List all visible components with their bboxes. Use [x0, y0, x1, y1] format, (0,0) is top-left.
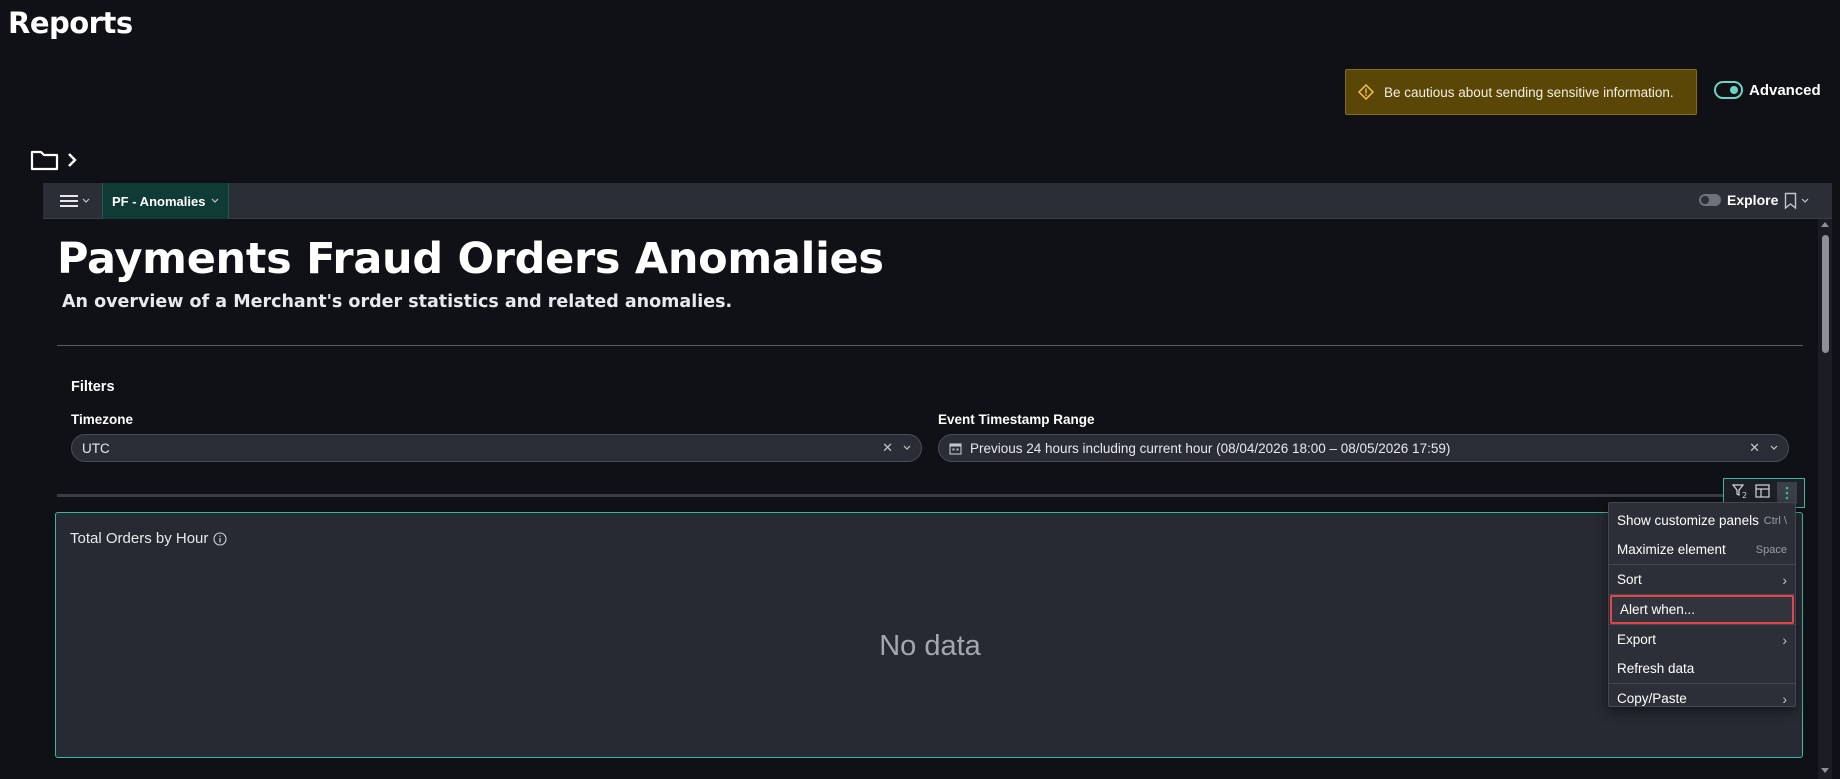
filter-icon[interactable]: 2	[1731, 483, 1748, 504]
range-label: Event Timestamp Range	[938, 412, 1095, 427]
menu-item-export[interactable]: Export ›	[1609, 625, 1795, 654]
timezone-label: Timezone	[71, 412, 134, 427]
warning-banner: Be cautious about sending sensitive info…	[1345, 69, 1697, 115]
menu-item-label: Refresh data	[1617, 661, 1695, 676]
chevron-right-icon: ›	[1782, 631, 1787, 648]
menu-item-label: Alert when...	[1620, 602, 1696, 617]
warning-text: Be cautious about sending sensitive info…	[1384, 84, 1674, 100]
panel-title: Total Orders by Hour	[70, 530, 227, 547]
menu-item-show-customize-panels[interactable]: Show customize panels Ctrl \	[1609, 506, 1795, 535]
page-title: Reports	[8, 6, 133, 40]
bookmark-button[interactable]	[1784, 192, 1809, 210]
dashboard-tab-label: PF - Anomalies	[112, 193, 206, 209]
more-vertical-icon[interactable]	[1776, 482, 1797, 504]
context-menu: Show customize panels Ctrl \ Maximize el…	[1608, 502, 1796, 707]
calendar-icon	[949, 442, 962, 455]
clear-icon[interactable]: ✕	[882, 440, 893, 456]
divider	[57, 345, 1803, 346]
dashboard-tab[interactable]: PF - Anomalies	[102, 183, 230, 219]
menu-item-label: Copy/Paste	[1617, 691, 1687, 706]
svg-text:2: 2	[1742, 491, 1747, 499]
dashboard-title: Payments Fraud Orders Anomalies	[57, 234, 884, 284]
no-data-message: No data	[879, 630, 981, 662]
hamburger-menu-icon	[60, 195, 78, 207]
menu-item-shortcut: Space	[1755, 543, 1787, 556]
breadcrumb	[30, 148, 78, 172]
menu-item-alert-when[interactable]: Alert when...	[1610, 595, 1794, 624]
range-value: Previous 24 hours including current hour…	[970, 440, 1451, 456]
chevron-down-icon	[82, 198, 90, 203]
dashboard-subtitle: An overview of a Merchant's order statis…	[62, 292, 733, 312]
timezone-select[interactable]: UTC ✕	[71, 434, 922, 462]
scrollbar[interactable]	[1818, 219, 1832, 779]
menu-item-label: Show customize panels	[1617, 513, 1759, 528]
filters-heading: Filters	[71, 379, 115, 395]
menu-item-label: Export	[1617, 632, 1657, 647]
explore-label: Explore	[1727, 192, 1779, 208]
menu-item-maximize-element[interactable]: Maximize element Space	[1609, 535, 1795, 564]
dashboard-content: Payments Fraud Orders Anomalies An overv…	[43, 219, 1818, 779]
folder-icon[interactable]	[30, 148, 60, 172]
panel-title-text: Total Orders by Hour	[70, 530, 209, 547]
menu-item-label: Sort	[1617, 572, 1642, 587]
main-menu-button[interactable]	[51, 188, 99, 214]
range-select[interactable]: Previous 24 hours including current hour…	[938, 434, 1789, 462]
advanced-toggle[interactable]: Advanced	[1714, 81, 1821, 99]
menu-item-refresh-data[interactable]: Refresh data	[1609, 654, 1795, 683]
scroll-up-icon[interactable]	[1821, 222, 1829, 227]
explore-toggle[interactable]: Explore	[1699, 192, 1778, 208]
dashboard-toolbar: PF - Anomalies Explore	[43, 183, 1832, 219]
chevron-down-icon[interactable]	[1770, 445, 1778, 451]
toggle-switch[interactable]	[1714, 81, 1743, 99]
chevron-down-icon	[212, 198, 219, 203]
filters-divider	[57, 494, 1803, 497]
bookmark-icon	[1784, 192, 1797, 210]
chart-panel[interactable]: Total Orders by Hour No data	[55, 512, 1803, 758]
table-icon[interactable]	[1754, 483, 1770, 503]
timezone-value: UTC	[82, 440, 110, 456]
chevron-down-icon[interactable]	[903, 445, 911, 451]
chevron-right-icon: ›	[1782, 571, 1787, 588]
advanced-label: Advanced	[1749, 81, 1821, 99]
dashboard-frame: PF - Anomalies Explore Payments Fraud Or…	[43, 183, 1832, 779]
chevron-right-icon: ›	[1782, 690, 1787, 707]
chevron-right-icon	[66, 151, 78, 169]
scroll-down-icon[interactable]	[1821, 768, 1829, 773]
scroll-thumb[interactable]	[1822, 235, 1829, 353]
chevron-down-icon	[1801, 198, 1809, 203]
info-icon[interactable]	[213, 531, 227, 546]
clear-icon[interactable]: ✕	[1749, 440, 1760, 456]
menu-item-sort[interactable]: Sort ›	[1609, 565, 1795, 594]
menu-item-copy-paste[interactable]: Copy/Paste ›	[1609, 684, 1795, 713]
menu-item-shortcut: Ctrl \	[1763, 514, 1787, 527]
menu-item-label: Maximize element	[1617, 542, 1726, 557]
explore-switch[interactable]	[1699, 194, 1721, 206]
warning-icon	[1358, 84, 1374, 100]
